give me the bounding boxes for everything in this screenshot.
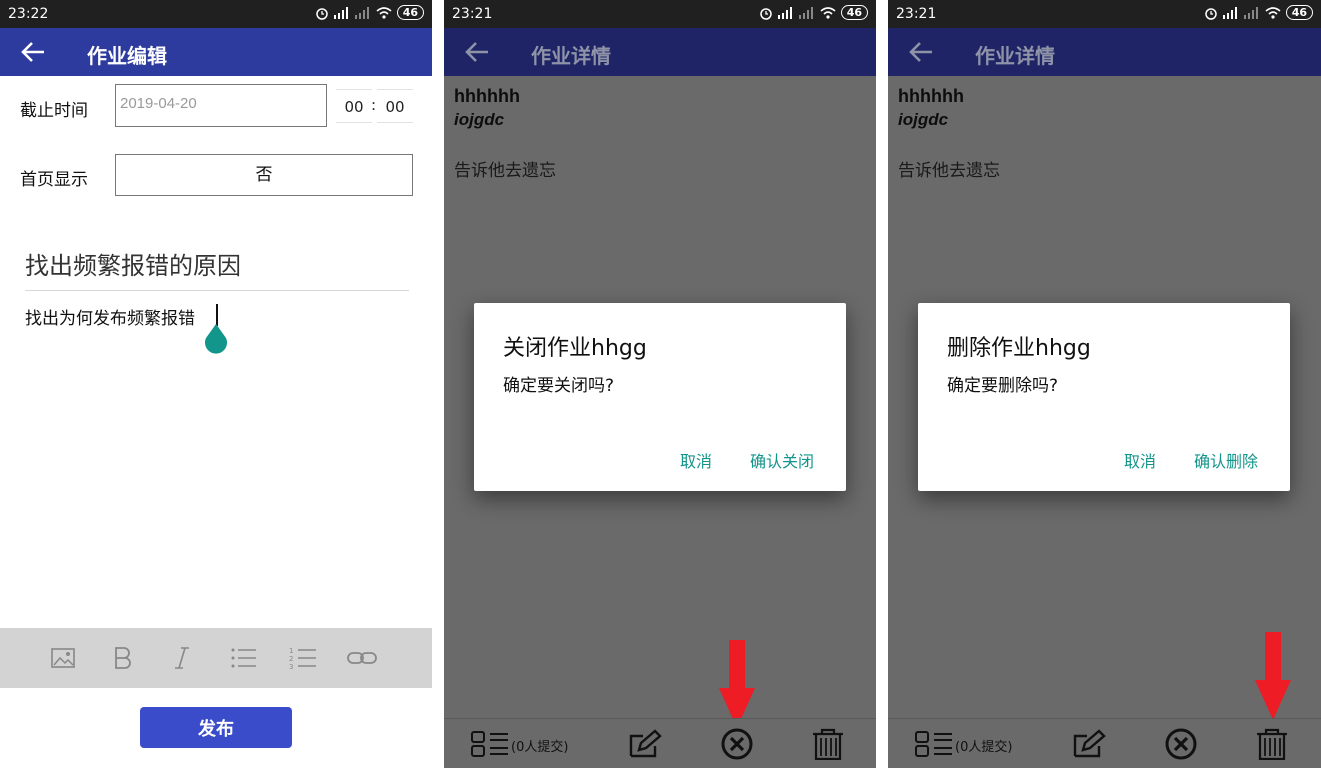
cancel-button[interactable]: 取消 bbox=[680, 448, 712, 472]
alarm-icon bbox=[1204, 7, 1217, 20]
signal-icon bbox=[1222, 6, 1237, 19]
submission-count: (0人提交) bbox=[955, 740, 1013, 755]
numbered-list-icon[interactable]: 123 bbox=[288, 645, 318, 671]
alarm-icon bbox=[315, 7, 328, 20]
close-confirm-dialog: 关闭作业hhgg 确定要关闭吗? 取消 确认关闭 bbox=[474, 303, 846, 491]
cancel-button[interactable]: 取消 bbox=[1124, 448, 1156, 472]
wifi-icon bbox=[820, 6, 836, 19]
homework-subtitle: iojgdc bbox=[454, 110, 505, 129]
deadline-date-input[interactable]: 2019-04-20 bbox=[115, 84, 327, 127]
close-icon[interactable] bbox=[717, 728, 757, 760]
battery-icon: 46 bbox=[396, 5, 424, 20]
alarm-icon bbox=[759, 7, 772, 20]
back-arrow-icon[interactable] bbox=[908, 40, 934, 64]
back-arrow-icon[interactable] bbox=[20, 40, 46, 64]
svg-text:3: 3 bbox=[289, 663, 293, 671]
app-bar: 作业详情 bbox=[444, 28, 876, 76]
battery-icon: 46 bbox=[1285, 5, 1313, 20]
delete-confirm-dialog: 删除作业hhgg 确定要删除吗? 取消 确认删除 bbox=[918, 303, 1290, 491]
cursor-handle-icon[interactable] bbox=[204, 324, 228, 354]
bottom-action-bar: (0人提交) bbox=[888, 718, 1321, 768]
wifi-icon bbox=[1265, 6, 1281, 19]
app-bar: 作业编辑 bbox=[0, 28, 432, 76]
confirm-delete-button[interactable]: 确认删除 bbox=[1194, 448, 1258, 472]
status-bar: 23:22 46 bbox=[0, 0, 432, 28]
page-title: 作业编辑 bbox=[87, 44, 167, 68]
edit-icon[interactable] bbox=[1071, 728, 1107, 760]
svg-text:2: 2 bbox=[289, 655, 293, 663]
bold-icon[interactable] bbox=[107, 645, 137, 671]
submission-count: (0人提交) bbox=[511, 740, 569, 755]
app-bar: 作业详情 bbox=[888, 28, 1321, 76]
signal-icon bbox=[333, 6, 348, 19]
publish-button[interactable]: 发布 bbox=[140, 707, 292, 748]
wifi-icon bbox=[376, 6, 392, 19]
page-title: 作业详情 bbox=[531, 44, 611, 68]
trash-icon[interactable] bbox=[1254, 728, 1290, 760]
homepage-select[interactable]: 否 bbox=[115, 154, 413, 196]
time-separator: : bbox=[371, 96, 377, 114]
battery-icon: 46 bbox=[840, 5, 868, 20]
page-title: 作业详情 bbox=[975, 44, 1055, 68]
trash-icon[interactable] bbox=[810, 728, 846, 760]
signal-weak-icon bbox=[798, 6, 813, 19]
edit-screen: 23:22 46 作业编辑 截止时间 2019-04-20 00 : 00 首页… bbox=[0, 0, 432, 768]
detail-screen-close: 23:21 46 作业详情 hhhhhh iojgdc 告诉他去遗忘 关闭作业h… bbox=[444, 0, 876, 768]
status-time: 23:21 bbox=[896, 6, 937, 22]
homepage-label: 首页显示 bbox=[20, 170, 88, 190]
svg-text:1: 1 bbox=[289, 647, 293, 655]
close-icon[interactable] bbox=[1161, 728, 1201, 760]
bullet-list-icon[interactable] bbox=[228, 645, 258, 671]
homework-content: 告诉他去遗忘 bbox=[454, 161, 556, 181]
italic-icon[interactable] bbox=[167, 645, 197, 671]
status-icons: 46 bbox=[315, 5, 424, 20]
title-divider bbox=[25, 290, 409, 291]
submissions-list-icon[interactable] bbox=[914, 728, 954, 760]
homework-subtitle: iojgdc bbox=[898, 110, 949, 129]
signal-weak-icon bbox=[354, 6, 369, 19]
minute-input[interactable]: 00 bbox=[377, 89, 413, 123]
link-icon[interactable] bbox=[347, 645, 377, 671]
hour-input[interactable]: 00 bbox=[336, 89, 372, 123]
status-time: 23:21 bbox=[452, 6, 493, 22]
homework-title: hhhhhh bbox=[898, 86, 964, 106]
status-icons: 46 bbox=[1204, 5, 1313, 20]
text-cursor bbox=[216, 304, 218, 326]
status-bar: 23:21 46 bbox=[444, 0, 876, 28]
dialog-title: 关闭作业hhgg bbox=[503, 336, 647, 361]
status-bar: 23:21 46 bbox=[888, 0, 1321, 28]
confirm-close-button[interactable]: 确认关闭 bbox=[750, 448, 814, 472]
format-toolbar: 123 bbox=[0, 628, 432, 688]
submissions-list-icon[interactable] bbox=[470, 728, 510, 760]
status-time: 23:22 bbox=[8, 6, 49, 22]
signal-icon bbox=[777, 6, 792, 19]
homework-title-input[interactable]: 找出频繁报错的原因 bbox=[25, 246, 241, 281]
homework-title: hhhhhh bbox=[454, 86, 520, 106]
dialog-message: 确定要关闭吗? bbox=[503, 376, 615, 396]
signal-weak-icon bbox=[1243, 6, 1258, 19]
image-icon[interactable] bbox=[48, 645, 78, 671]
edit-icon[interactable] bbox=[627, 728, 663, 760]
detail-screen-delete: 23:21 46 作业详情 hhhhhh iojgdc 告诉他去遗忘 删除作业h… bbox=[888, 0, 1321, 768]
back-arrow-icon[interactable] bbox=[464, 40, 490, 64]
homework-content-editor[interactable]: 找出为何发布频繁报错 bbox=[25, 304, 195, 329]
dialog-title: 删除作业hhgg bbox=[947, 336, 1091, 361]
status-icons: 46 bbox=[759, 5, 868, 20]
red-arrow-indicator bbox=[719, 640, 755, 728]
red-arrow-indicator bbox=[1255, 632, 1291, 720]
deadline-label: 截止时间 bbox=[20, 101, 88, 121]
dialog-message: 确定要删除吗? bbox=[947, 376, 1059, 396]
homework-content: 告诉他去遗忘 bbox=[898, 161, 1000, 181]
bottom-action-bar: (0人提交) bbox=[444, 718, 876, 768]
